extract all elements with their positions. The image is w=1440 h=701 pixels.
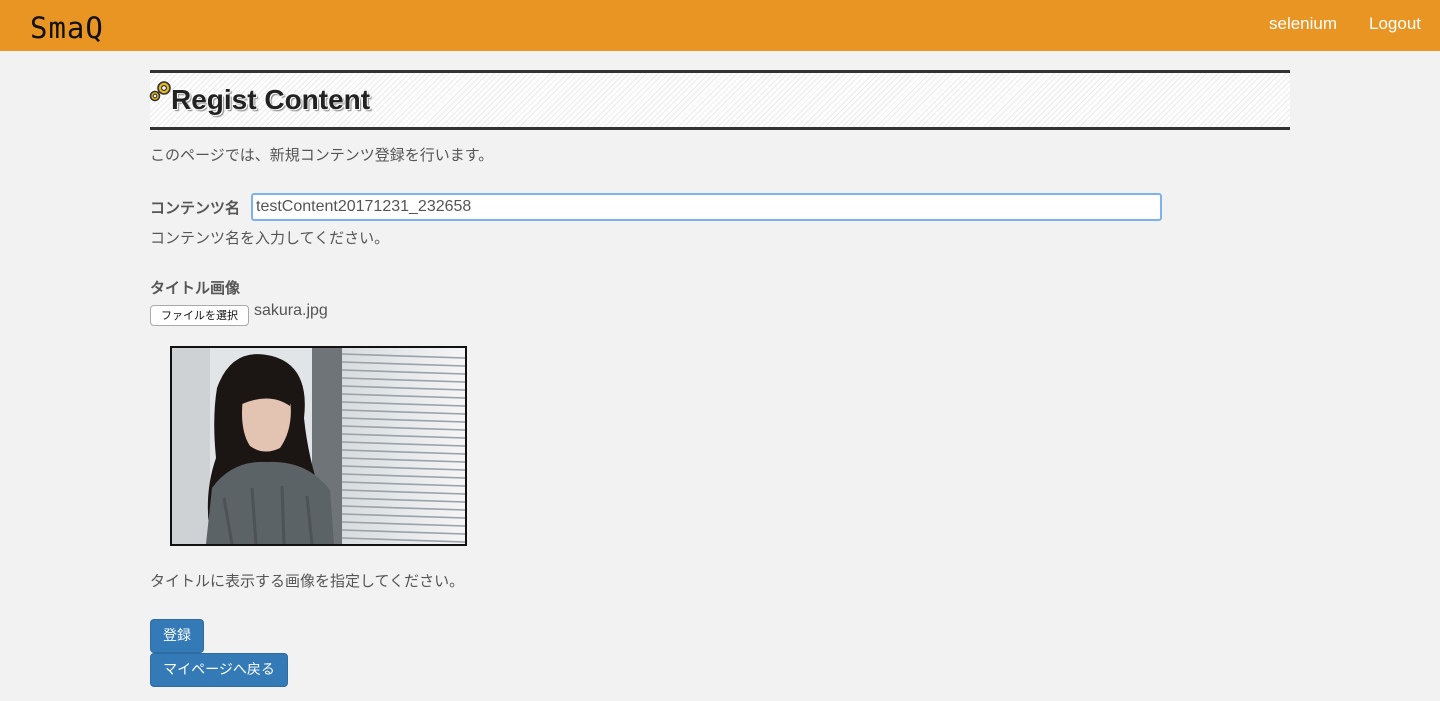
page-header: Regist Content xyxy=(149,70,1290,130)
title-image-help: タイトルに表示する画像を指定してください。 xyxy=(150,572,465,590)
navbar: SmaQ selenium Logout xyxy=(0,0,1440,51)
content-name-label: コンテンツ名 xyxy=(150,199,241,217)
preview-photo xyxy=(172,348,465,544)
title-image-preview xyxy=(170,346,467,546)
page-title: Regist Content xyxy=(171,84,371,115)
title-image-label: タイトル画像 xyxy=(150,279,241,297)
brand-logo[interactable]: SmaQ xyxy=(30,8,104,48)
nav-user-link[interactable]: selenium xyxy=(1269,14,1337,34)
content-name-help: コンテンツ名を入力してください。 xyxy=(150,229,390,247)
submit-button[interactable]: 登録 xyxy=(150,619,204,653)
logout-link[interactable]: Logout xyxy=(1369,14,1421,34)
intro-text: このページでは、新規コンテンツ登録を行います。 xyxy=(150,146,494,164)
content-name-input[interactable] xyxy=(251,193,1162,221)
file-select-button[interactable]: ファイルを選択 xyxy=(150,305,249,326)
selected-file-name: sakura.jpg xyxy=(254,302,328,319)
back-to-mypage-button[interactable]: マイページへ戻る xyxy=(150,653,288,687)
